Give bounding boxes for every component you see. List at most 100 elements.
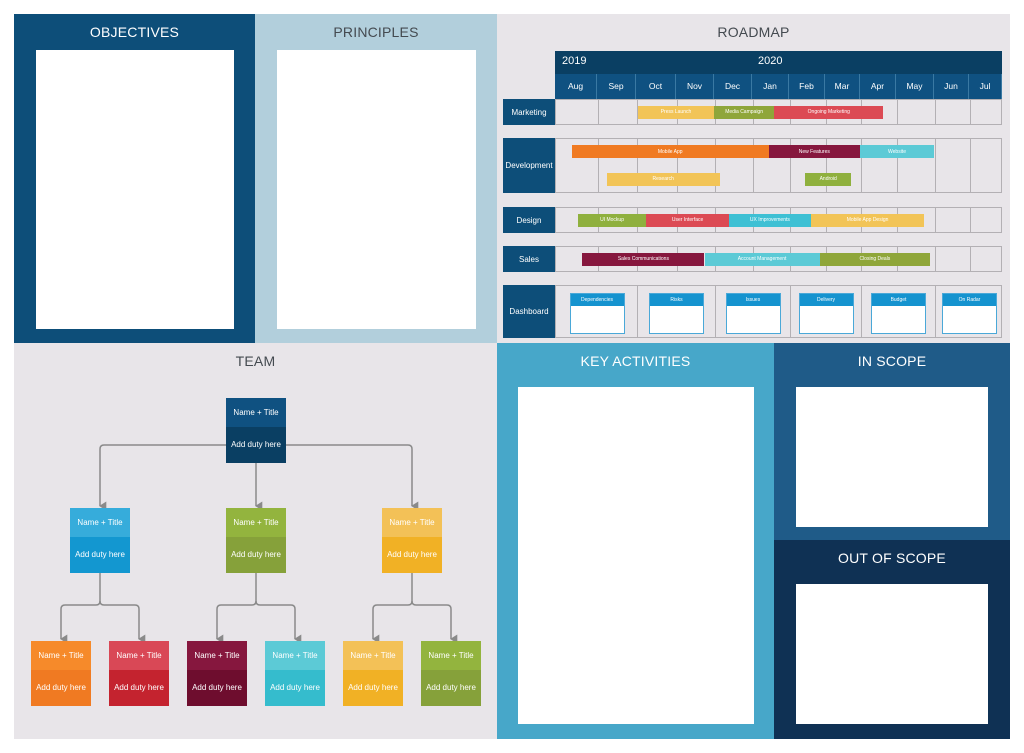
grid-line (970, 208, 971, 232)
org-report-node[interactable]: Name + Title Add duty here (31, 641, 91, 706)
roadmap-bar[interactable]: User Interface (646, 213, 730, 227)
objectives-text-area[interactable] (36, 50, 234, 329)
out-of-scope-text-area[interactable] (796, 584, 988, 724)
roadmap-bar[interactable]: Research (606, 172, 720, 186)
org-duty[interactable]: Add duty here (109, 670, 169, 706)
org-name-title[interactable]: Name + Title (70, 508, 130, 537)
roadmap-bar[interactable]: UI Mockup (578, 213, 646, 227)
roadmap-year-label: 2019 (562, 55, 587, 67)
grid-line (790, 286, 791, 337)
dashboard-card[interactable]: Issues (725, 293, 781, 334)
roadmap-bar[interactable]: Press Launch (638, 105, 714, 119)
org-name-title[interactable]: Name + Title (226, 508, 286, 537)
roadmap-month-header: Aug (555, 74, 597, 99)
org-report-node[interactable]: Name + Title Add duty here (265, 641, 325, 706)
in-scope-panel: IN SCOPE (774, 343, 1010, 540)
dashboard-card[interactable]: Risks (649, 293, 704, 334)
roadmap-row-label: Design (503, 207, 555, 233)
roadmap-bar[interactable]: New Features (768, 145, 860, 159)
dashboard-card-title: Dependencies (570, 294, 624, 306)
org-connector (60, 600, 101, 644)
org-connector (286, 444, 419, 511)
roadmap-bar[interactable]: Android (805, 172, 852, 186)
org-connector (216, 600, 257, 644)
org-name-title[interactable]: Name + Title (226, 398, 286, 427)
org-name-title[interactable]: Name + Title (265, 641, 325, 670)
org-name-title[interactable]: Name + Title (343, 641, 403, 670)
roadmap-bar[interactable]: Mobile App Design (810, 213, 925, 227)
org-report-node[interactable]: Name + Title Add duty here (421, 641, 481, 706)
org-connector (255, 600, 302, 644)
grid-line (935, 139, 936, 192)
grid-line (861, 286, 862, 337)
roadmap-row-grid: Dependencies Risks Issues Delivery Budget On … (555, 285, 1002, 338)
roadmap-bar[interactable]: Ongoing Marketing (774, 105, 884, 119)
roadmap-month-header: Dec (714, 74, 752, 99)
org-root-node[interactable]: Name + Title Add duty here (226, 398, 286, 463)
org-connector (99, 444, 226, 511)
org-report-node[interactable]: Name + Title Add duty here (343, 641, 403, 706)
org-duty[interactable]: Add duty here (343, 670, 403, 706)
grid-line (935, 100, 936, 124)
roadmap-month-header: Jul (969, 74, 1002, 99)
grid-line (598, 100, 599, 124)
roadmap-bar[interactable]: Sales Communications (582, 252, 705, 266)
roadmap-month-header: Feb (789, 74, 825, 99)
org-name-title[interactable]: Name + Title (187, 641, 247, 670)
org-duty[interactable]: Add duty here (226, 537, 286, 573)
roadmap-row-label: Dashboard (503, 285, 555, 338)
out-of-scope-panel: OUT OF SCOPE (774, 540, 1010, 739)
grid-line (970, 139, 971, 192)
roadmap-month-header: Nov (676, 74, 714, 99)
org-duty[interactable]: Add duty here (226, 427, 286, 463)
org-duty[interactable]: Add duty here (70, 537, 130, 573)
roadmap-row-label: Development (503, 138, 555, 193)
roadmap-bar[interactable]: UX Improvements (729, 213, 811, 227)
roadmap-month-header: Apr (860, 74, 896, 99)
org-name-title[interactable]: Name + Title (31, 641, 91, 670)
in-scope-title: IN SCOPE (857, 353, 927, 369)
org-duty[interactable]: Add duty here (187, 670, 247, 706)
grid-line (970, 100, 971, 124)
roadmap-panel: ROADMAP 2019 2020 Aug Sep Oct Nov Dec Jan Feb Mar… (497, 14, 1010, 343)
dashboard-card[interactable]: Dependencies (569, 293, 625, 334)
org-manager-node[interactable]: Name + Title Add duty here (226, 508, 286, 573)
roadmap-title: ROADMAP (717, 24, 790, 40)
dashboard-card[interactable]: On Radar (942, 293, 997, 334)
grid-line (637, 286, 638, 337)
roadmap-bar[interactable]: Account Management (704, 252, 820, 266)
dashboard-card[interactable]: Delivery (798, 293, 854, 334)
org-name-title[interactable]: Name + Title (382, 508, 442, 537)
roadmap-month-header: Mar (825, 74, 860, 99)
principles-text-area[interactable] (277, 50, 476, 329)
org-name-title[interactable]: Name + Title (421, 641, 481, 670)
org-connector (372, 600, 413, 644)
roadmap-bar[interactable]: Website (860, 145, 934, 159)
roadmap-bar[interactable]: Closing Deals (819, 252, 931, 266)
dashboard-card-title: On Radar (943, 294, 996, 306)
org-manager-node[interactable]: Name + Title Add duty here (70, 508, 130, 573)
grid-line (935, 247, 936, 271)
grid-line (935, 208, 936, 232)
in-scope-text-area[interactable] (796, 387, 988, 527)
org-duty[interactable]: Add duty here (265, 670, 325, 706)
dashboard-card[interactable]: Budget (871, 293, 926, 334)
dashboard-card-title: Issues (726, 294, 780, 306)
objectives-panel: OBJECTIVES (14, 14, 255, 343)
org-duty[interactable]: Add duty here (421, 670, 481, 706)
principles-panel: PRINCIPLES (255, 14, 497, 343)
org-duty[interactable]: Add duty here (31, 670, 91, 706)
org-connector (411, 600, 458, 644)
org-report-node[interactable]: Name + Title Add duty here (187, 641, 247, 706)
roadmap-month-header: Jun (934, 74, 969, 99)
roadmap-bar[interactable]: Mobile App (571, 145, 769, 159)
org-manager-node[interactable]: Name + Title Add duty here (382, 508, 442, 573)
roadmap-month-header: May (896, 74, 934, 99)
grid-line (970, 247, 971, 271)
roadmap-bar[interactable]: Media Campaign (714, 105, 775, 119)
org-report-node[interactable]: Name + Title Add duty here (109, 641, 169, 706)
org-duty[interactable]: Add duty here (382, 537, 442, 573)
org-name-title[interactable]: Name + Title (109, 641, 169, 670)
key-activities-text-area[interactable] (518, 387, 754, 724)
roadmap-row-label: Sales (503, 246, 555, 272)
